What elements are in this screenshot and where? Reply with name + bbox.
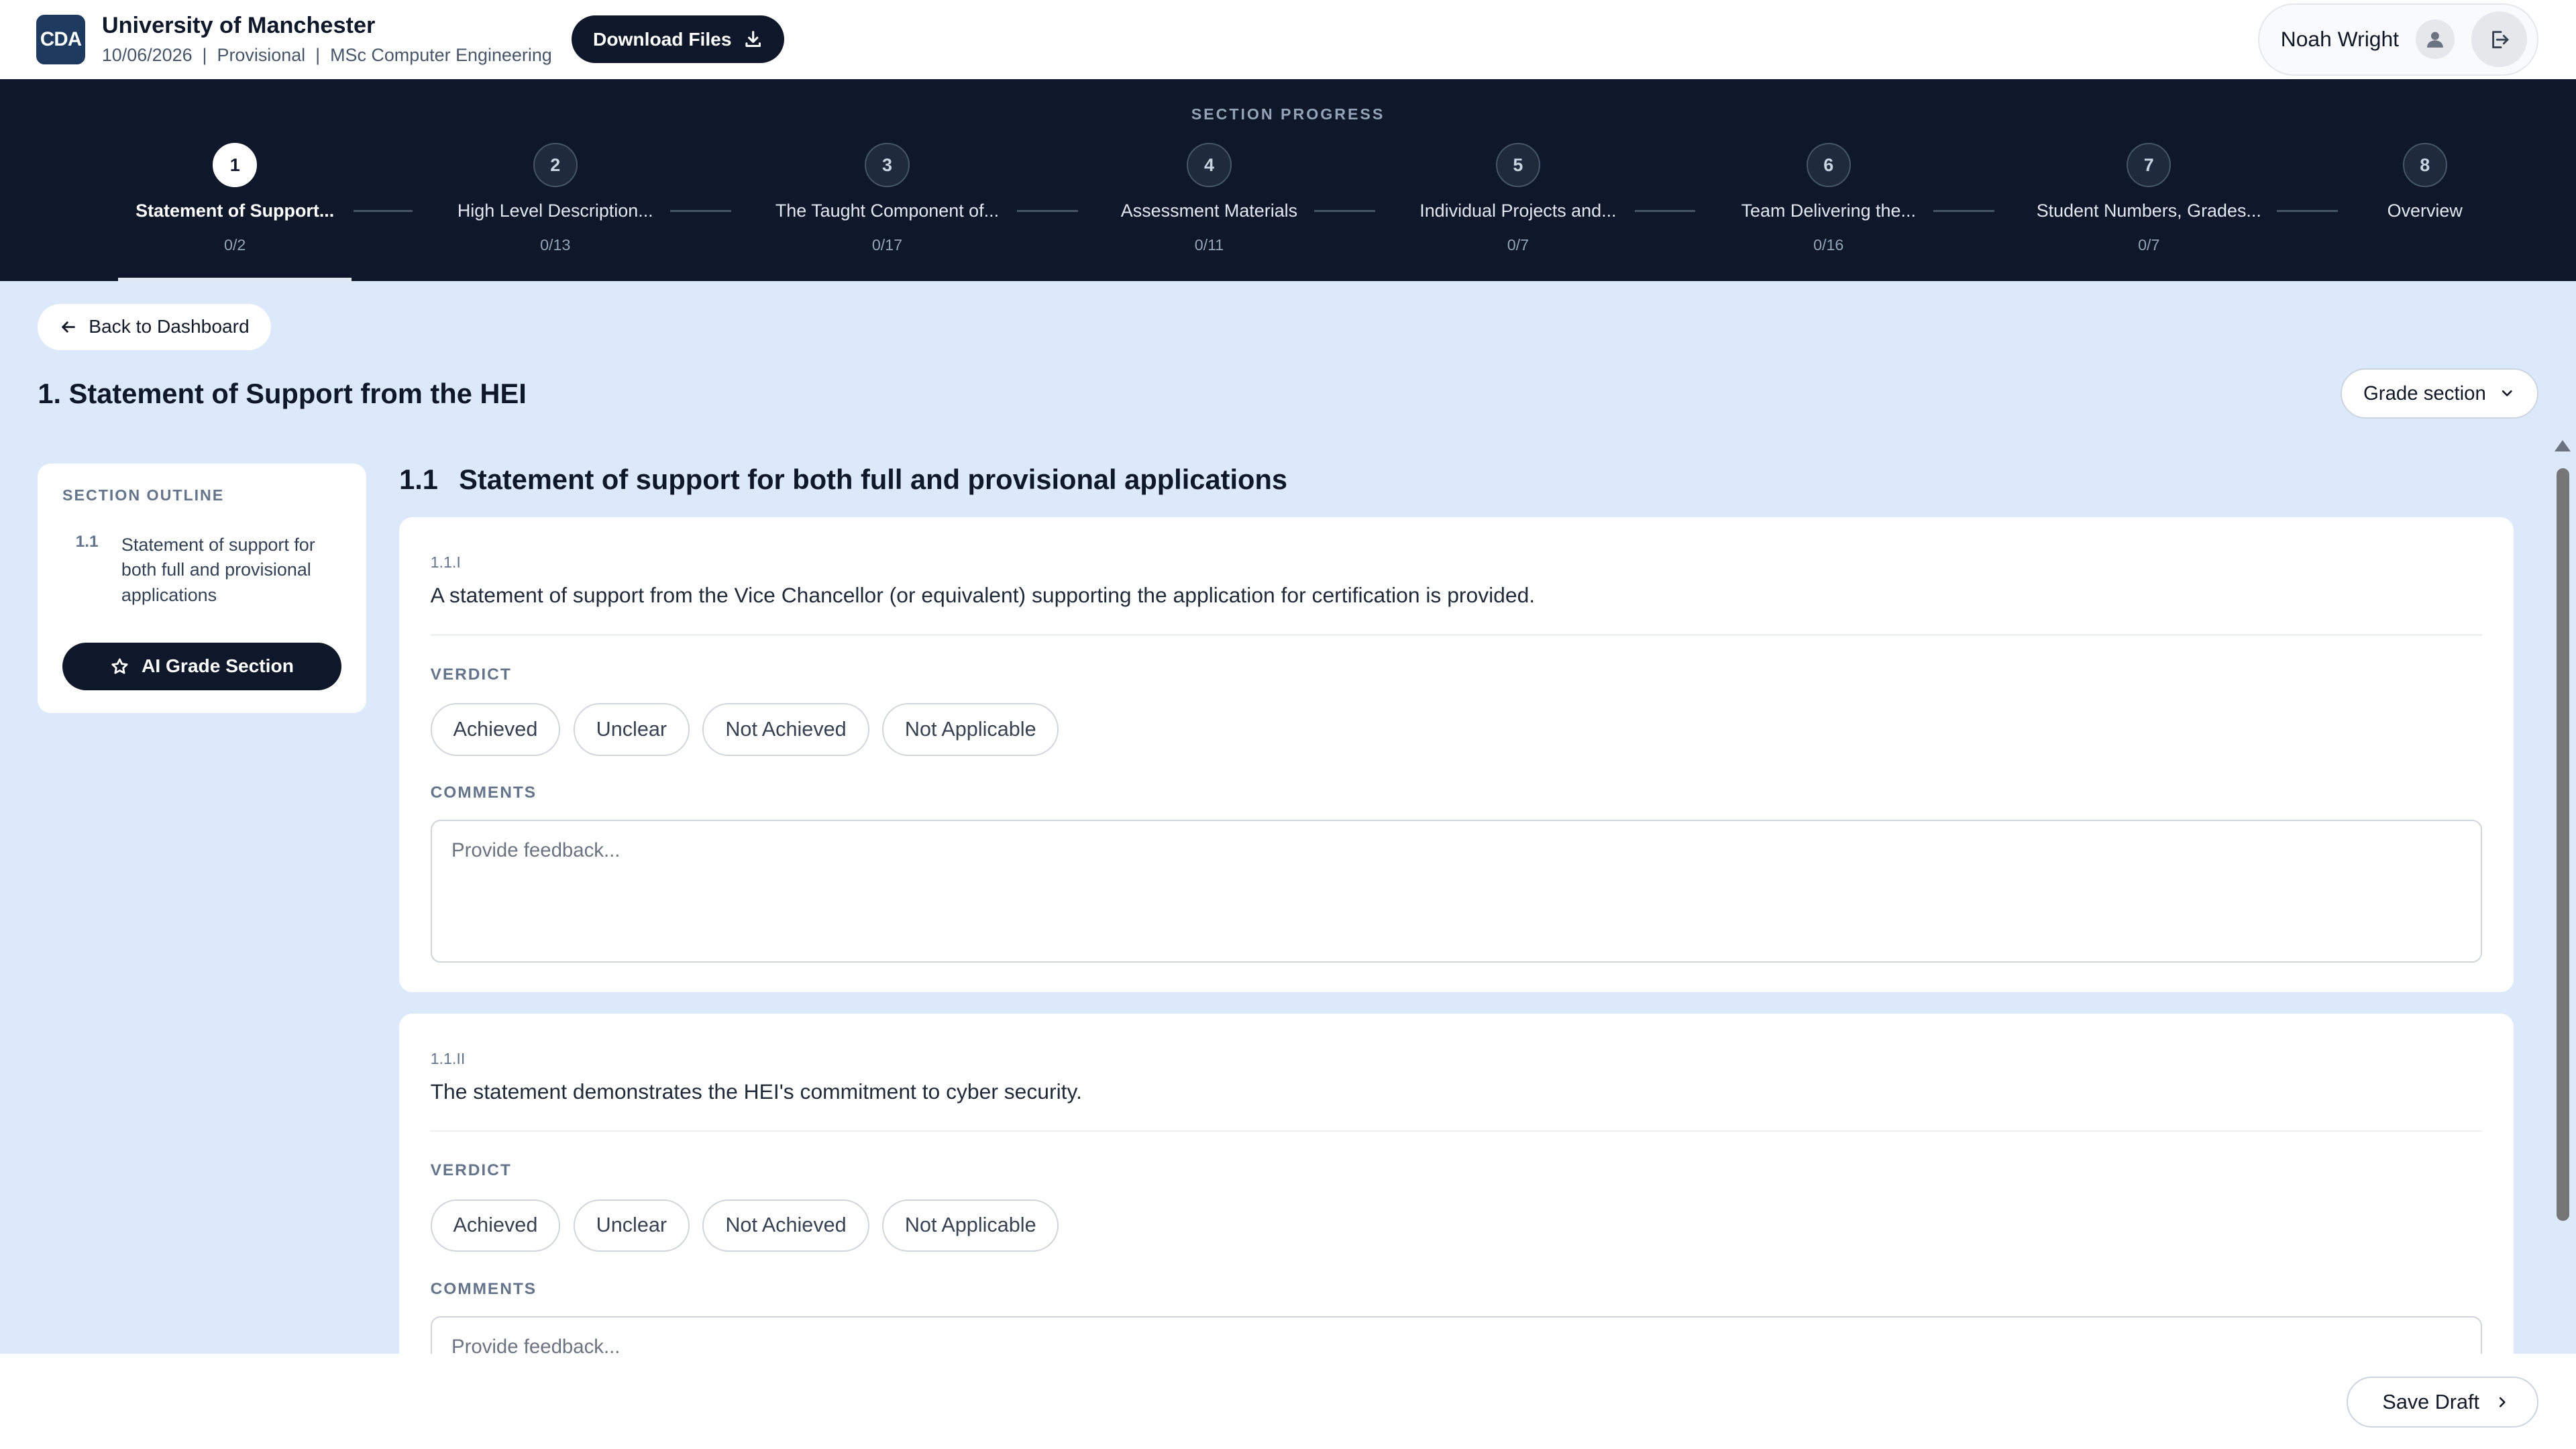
grade-section-label: Grade section — [2363, 382, 2486, 405]
subsection-number: 1.1 — [399, 463, 438, 495]
user-icon[interactable] — [2415, 19, 2455, 60]
org-info: University of Manchester 10/06/2026 | Pr… — [102, 12, 552, 66]
section-outline: SECTION OUTLINE 1.1 Statement of support… — [38, 463, 367, 713]
verdict-achieved-button[interactable]: Achieved — [430, 703, 561, 756]
verdict-not-achieved-button[interactable]: Not Achieved — [702, 703, 869, 756]
user-name: Noah Wright — [2280, 27, 2400, 52]
grade-section-dropdown[interactable]: Grade section — [2341, 368, 2538, 419]
scrollbar-thumb[interactable] — [2556, 468, 2570, 1221]
verdict-unclear-button[interactable]: Unclear — [573, 1199, 690, 1252]
step-8[interactable]: 8 Overview — [2294, 143, 2557, 221]
user-menu[interactable]: Noah Wright — [2257, 3, 2538, 76]
star-icon — [111, 657, 128, 674]
section-progress: SECTION PROGRESS 1 Statement of Support.… — [0, 78, 2576, 281]
step-2[interactable]: 2 High Level Description... 0/13 — [424, 143, 687, 254]
verdict-options: Achieved Unclear Not Achieved Not Applic… — [430, 703, 1059, 756]
scroll-up-icon[interactable] — [2555, 440, 2571, 452]
back-to-dashboard-button[interactable]: Back to Dashboard — [38, 304, 271, 350]
comments-label: COMMENTS — [430, 1279, 537, 1298]
ai-grade-section-label: AI Grade Section — [142, 655, 294, 677]
download-files-button[interactable]: Download Files — [572, 15, 784, 64]
step-label: Student Numbers, Grades... — [2036, 200, 2261, 221]
step-7[interactable]: 7 Student Numbers, Grades... 0/7 — [2017, 143, 2280, 254]
step-1[interactable]: 1 Statement of Support... 0/2 — [103, 143, 366, 254]
app-logo: CDA — [36, 15, 86, 64]
step-5[interactable]: 5 Individual Projects and... 0/7 — [1387, 143, 1650, 254]
criterion-id: 1.1.I — [430, 553, 461, 572]
step-count: 0/16 — [1813, 235, 1844, 254]
step-count: 0/13 — [540, 235, 571, 254]
back-to-dashboard-label: Back to Dashboard — [89, 316, 250, 337]
footer-bar: Save Draft — [0, 1353, 2576, 1449]
step-3[interactable]: 3 The Taught Component of... 0/17 — [756, 143, 1019, 254]
step-label: Team Delivering the... — [1741, 200, 1916, 221]
step-number: 6 — [1806, 143, 1851, 188]
step-number: 1 — [213, 143, 258, 188]
step-label: Individual Projects and... — [1419, 200, 1617, 221]
page: CDA University of Manchester 10/06/2026 … — [0, 0, 2576, 1449]
comments-field[interactable]: Provide feedback... — [430, 820, 2483, 963]
step-count: 0/17 — [871, 235, 903, 254]
subsection-title-text: Statement of support for both full and p… — [459, 463, 1288, 495]
step-6[interactable]: 6 Team Delivering the... 0/16 — [1697, 143, 1960, 254]
scrollbar[interactable] — [2550, 437, 2576, 1354]
verdict-not-applicable-button[interactable]: Not Applicable — [882, 1199, 1059, 1252]
step-count: 0/7 — [2138, 235, 2160, 254]
step-4[interactable]: 4 Assessment Materials 0/11 — [1078, 143, 1341, 254]
chevron-down-icon — [2502, 390, 2513, 396]
criterion-id: 1.1.II — [430, 1049, 466, 1067]
chevron-right-icon — [2499, 1397, 2506, 1407]
outline-item-text: Statement of support for both full and p… — [121, 534, 315, 606]
step-number: 3 — [865, 143, 910, 188]
top-header: CDA University of Manchester 10/06/2026 … — [0, 0, 2576, 79]
save-draft-label: Save Draft — [2382, 1390, 2480, 1413]
outline-item-number: 1.1 — [75, 532, 99, 551]
step-number: 2 — [533, 143, 578, 188]
step-number: 7 — [2127, 143, 2171, 188]
verdict-unclear-button[interactable]: Unclear — [573, 703, 690, 756]
outline-item[interactable]: 1.1 Statement of support for both full a… — [62, 533, 341, 609]
step-count: 0/7 — [1507, 235, 1529, 254]
verdict-achieved-button[interactable]: Achieved — [430, 1199, 561, 1252]
verdict-options: Achieved Unclear Not Achieved Not Applic… — [430, 1199, 1059, 1252]
step-number: 4 — [1187, 143, 1232, 188]
active-step-indicator — [118, 277, 352, 281]
criterion-text: The statement demonstrates the HEI's com… — [430, 1079, 1082, 1104]
verdict-not-applicable-button[interactable]: Not Applicable — [882, 703, 1059, 756]
step-connector — [1016, 210, 1078, 212]
verdict-label: VERDICT — [430, 1161, 512, 1180]
step-label: Overview — [2387, 200, 2463, 221]
save-draft-button[interactable]: Save Draft — [2347, 1377, 2538, 1428]
divider — [430, 634, 2483, 636]
step-label: Statement of Support... — [136, 200, 335, 221]
download-files-label: Download Files — [592, 28, 732, 50]
criterion-card: 1.1.I A statement of support from the Vi… — [399, 517, 2514, 993]
subsection-title: 1.1 Statement of support for both full a… — [399, 464, 1287, 496]
arrow-left-icon — [62, 321, 75, 333]
section-progress-title: SECTION PROGRESS — [1191, 105, 1385, 123]
ai-grade-section-button[interactable]: AI Grade Section — [62, 642, 342, 690]
step-label: Assessment Materials — [1120, 200, 1298, 221]
verdict-not-achieved-button[interactable]: Not Achieved — [702, 1199, 869, 1252]
comments-label: COMMENTS — [430, 784, 537, 802]
step-label: The Taught Component of... — [775, 200, 1000, 221]
section-title: 1. Statement of Support from the HEI — [38, 378, 527, 410]
step-label: High Level Description... — [457, 200, 653, 221]
download-icon — [745, 31, 761, 48]
verdict-label: VERDICT — [430, 665, 512, 684]
step-count: 0/2 — [224, 235, 246, 254]
step-number: 5 — [1495, 143, 1540, 188]
section-outline-title: SECTION OUTLINE — [62, 486, 225, 504]
divider — [430, 1130, 2483, 1132]
org-name: University of Manchester — [101, 13, 376, 39]
logout-icon[interactable] — [2471, 11, 2528, 68]
criterion-text: A statement of support from the Vice Cha… — [430, 583, 1536, 608]
step-count: 0/11 — [1194, 235, 1224, 254]
step-number: 8 — [2402, 143, 2447, 188]
application-meta: 10/06/2026 | Provisional | MSc Computer … — [101, 44, 552, 65]
